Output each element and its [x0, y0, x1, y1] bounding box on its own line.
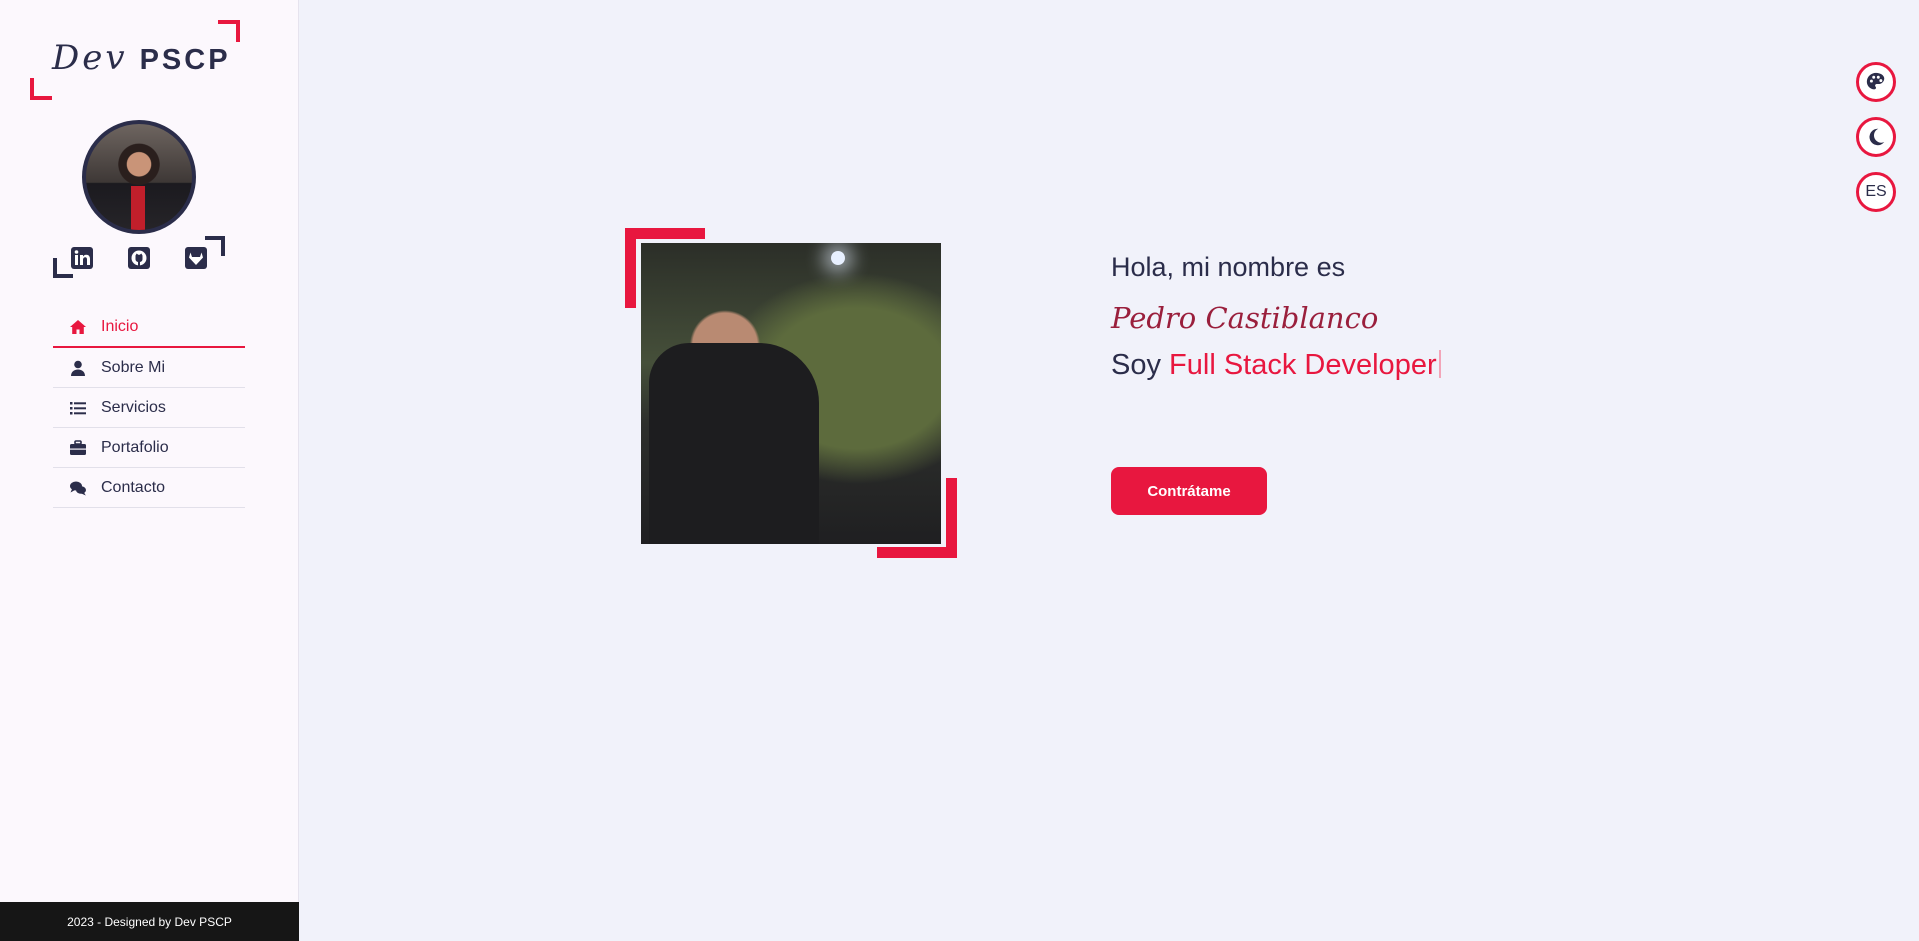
gitlab-icon[interactable]	[184, 246, 208, 270]
logo-text: Dev PSCP	[52, 38, 231, 78]
github-icon[interactable]	[127, 246, 151, 270]
logo-corner	[30, 78, 52, 100]
nav-item-sobre-mi[interactable]: Sobre Mi	[53, 348, 245, 388]
greeting: Hola, mi nombre es	[1111, 252, 1346, 282]
list-icon	[67, 399, 89, 417]
nav-label: Contacto	[101, 478, 166, 496]
nav-label: Sobre Mi	[101, 358, 166, 376]
nav-item-contacto[interactable]: Contacto	[53, 468, 245, 508]
home-icon	[67, 318, 89, 336]
intro: Hola, mi nombre es Pedro Castiblanco Soy…	[1111, 252, 1441, 382]
logo[interactable]: Dev PSCP	[30, 20, 240, 100]
role-value: Full Stack Developer	[1169, 349, 1437, 381]
nav-label: Servicios	[101, 398, 166, 416]
app: Dev PSCP Inicio Sobre Mi Servicios Porta…	[0, 0, 1919, 941]
nav-item-portafolio[interactable]: Portafolio	[53, 428, 245, 468]
main-nav: Inicio Sobre Mi Servicios Portafolio Con…	[53, 308, 245, 508]
language-button[interactable]: ES	[1856, 172, 1896, 212]
social-links	[53, 236, 225, 278]
avatar	[82, 120, 196, 234]
profile-photo	[641, 243, 941, 544]
moon-icon	[1869, 128, 1885, 146]
profile-photo-frame	[625, 228, 957, 558]
footer-text: 2023 - Designed by Dev PSCP	[67, 914, 232, 929]
hire-me-button[interactable]: Contrátame	[1111, 467, 1267, 515]
typing-caret	[1438, 350, 1441, 378]
logo-script: Dev	[52, 38, 128, 78]
nav-label: Inicio	[101, 318, 139, 335]
user-icon	[67, 359, 89, 377]
language-label: ES	[1865, 183, 1887, 200]
sidebar: Dev PSCP Inicio Sobre Mi Servicios Porta…	[0, 0, 299, 941]
nav-label: Portafolio	[101, 438, 169, 456]
linkedin-icon[interactable]	[70, 246, 94, 270]
logo-bold: PSCP	[139, 44, 231, 76]
dark-mode-button[interactable]	[1856, 117, 1896, 157]
role-line: Soy Full Stack Developer	[1111, 349, 1441, 382]
palette-icon	[1866, 72, 1885, 90]
comments-icon	[67, 479, 89, 497]
role-prefix: Soy	[1111, 349, 1161, 381]
person-name: Pedro Castiblanco	[1111, 301, 1379, 335]
briefcase-icon	[67, 439, 89, 457]
nav-item-servicios[interactable]: Servicios	[53, 388, 245, 428]
nav-item-inicio[interactable]: Inicio	[53, 308, 245, 348]
theme-palette-button[interactable]	[1856, 62, 1896, 102]
footer: 2023 - Designed by Dev PSCP	[0, 902, 299, 941]
social-corner	[205, 236, 225, 256]
